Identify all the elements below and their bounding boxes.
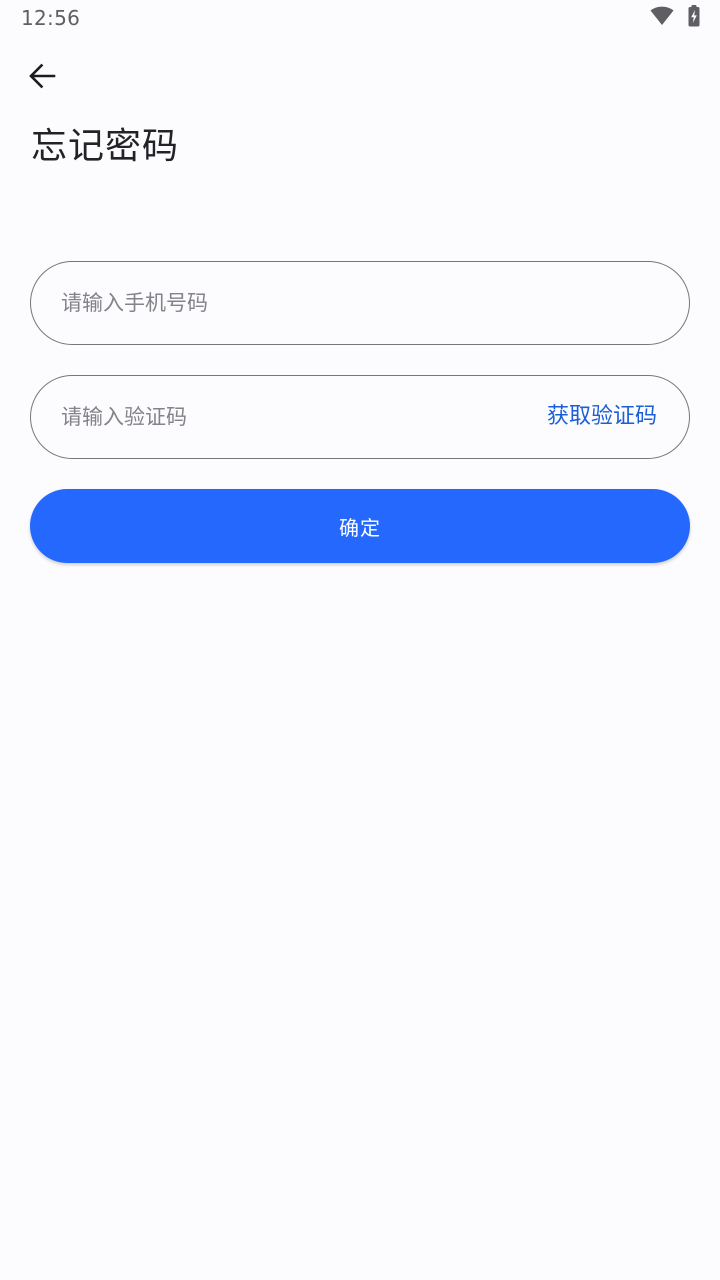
status-icons [650,5,700,31]
phone-field [30,261,690,345]
phone-input[interactable] [61,262,661,343]
confirm-button[interactable]: 确定 [30,489,690,563]
verification-code-input[interactable] [61,376,521,457]
page-title: 忘记密码 [31,126,180,167]
status-bar: 12:56 [0,0,720,36]
get-code-button[interactable]: 获取验证码 [547,376,657,457]
back-button[interactable] [22,58,62,98]
battery-charging-icon [688,5,700,31]
forgot-password-screen: 12:56 忘记密码 请输入手机号码 请输入验证码 获取验证码 确定 [0,0,720,1280]
arrow-left-icon [28,62,56,94]
wifi-icon [650,6,674,30]
status-time: 12:56 [21,6,81,30]
verification-code-field: 获取验证码 [30,375,690,459]
